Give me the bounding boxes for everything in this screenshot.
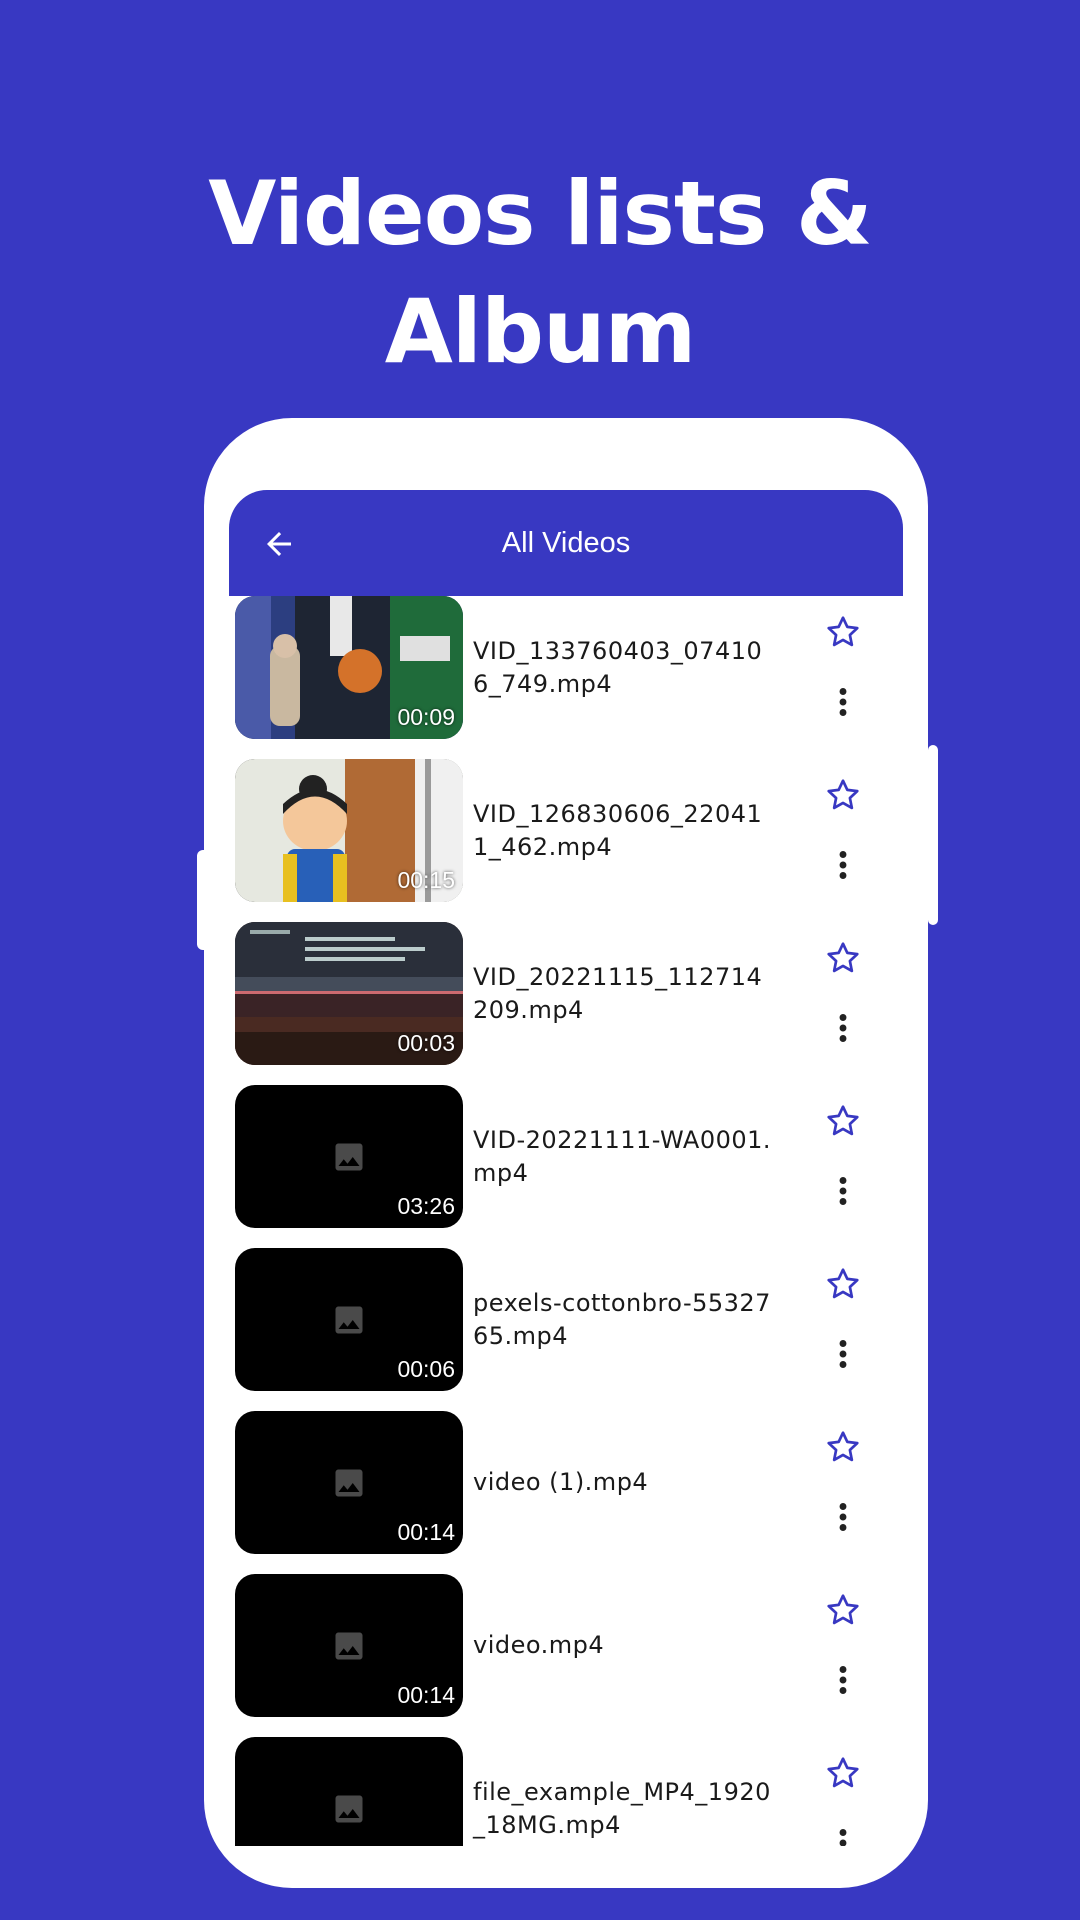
video-thumbnail[interactable]: 00:06: [235, 1248, 463, 1391]
more-vert-icon[interactable]: [835, 1010, 851, 1046]
image-placeholder-icon: [335, 1632, 363, 1660]
video-title: file_example_MP4_1920_18MG.mp4: [473, 1778, 771, 1839]
more-vert-icon[interactable]: [835, 1499, 851, 1535]
video-list-item[interactable]: 00:03 VID_20221115_112714209.mp4: [204, 922, 928, 1085]
video-title: video.mp4: [473, 1631, 605, 1659]
video-duration: 00:09: [397, 704, 455, 730]
app-bar: All Videos: [229, 490, 903, 596]
star-icon[interactable]: [825, 940, 861, 976]
video-title: pexels-cottonbro-5532765.mp4: [473, 1289, 771, 1350]
image-placeholder-icon: [335, 1143, 363, 1171]
video-thumbnail[interactable]: 00:14: [235, 1574, 463, 1717]
video-duration: 03:26: [397, 1193, 455, 1219]
video-duration: 00:06: [397, 1356, 455, 1382]
phone-frame: All Videos 00:09 VID_133760403_074106_749…: [204, 418, 928, 1888]
video-duration: 00:14: [397, 1519, 455, 1545]
phone-side-button-right: [928, 745, 938, 925]
video-thumbnail[interactable]: 00:09: [235, 596, 463, 739]
video-list-item[interactable]: 00:15 VID_126830606_220411_462.mp4: [204, 759, 928, 922]
video-thumbnail[interactable]: 00:15: [235, 759, 463, 902]
video-list-item[interactable]: file_example_MP4_1920_18MG.mp4: [204, 1737, 928, 1846]
video-duration: 00:14: [397, 1682, 455, 1708]
video-list[interactable]: 00:09 VID_133760403_074106_749.mp4 00:15 VI…: [204, 596, 928, 1846]
video-thumbnail[interactable]: 00:03: [235, 922, 463, 1065]
star-icon[interactable]: [825, 614, 861, 650]
video-list-item[interactable]: 00:14 video.mp4: [204, 1574, 928, 1737]
arrow-left-icon[interactable]: [261, 526, 297, 562]
video-title: video (1).mp4: [473, 1468, 649, 1496]
promo-headline-line2: Album: [384, 280, 697, 383]
video-title: VID_20221115_112714209.mp4: [473, 963, 763, 1024]
video-thumbnail[interactable]: 03:26: [235, 1085, 463, 1228]
more-vert-icon[interactable]: [835, 1173, 851, 1209]
video-duration: 00:03: [397, 1030, 455, 1056]
video-list-item[interactable]: 00:06 pexels-cottonbro-5532765.mp4: [204, 1248, 928, 1411]
star-icon[interactable]: [825, 1592, 861, 1628]
more-vert-icon[interactable]: [835, 684, 851, 720]
star-icon[interactable]: [825, 1266, 861, 1302]
image-placeholder-icon: [335, 1306, 363, 1334]
video-list-item[interactable]: 03:26 VID-20221111-WA0001.mp4: [204, 1085, 928, 1248]
star-icon[interactable]: [825, 777, 861, 813]
star-icon[interactable]: [825, 1755, 861, 1791]
more-vert-icon[interactable]: [835, 847, 851, 883]
promo-headline: Videos lists & Album: [0, 155, 1080, 391]
star-icon[interactable]: [825, 1103, 861, 1139]
video-title: VID_126830606_220411_462.mp4: [473, 800, 763, 861]
more-vert-icon[interactable]: [835, 1662, 851, 1698]
video-thumbnail[interactable]: [235, 1737, 463, 1846]
app-bar-title: All Videos: [501, 527, 631, 559]
more-vert-icon[interactable]: [835, 1825, 851, 1846]
video-list-item[interactable]: 00:14 video (1).mp4: [204, 1411, 928, 1574]
video-duration: 00:15: [397, 867, 455, 893]
star-icon[interactable]: [825, 1429, 861, 1465]
video-list-item[interactable]: 00:09 VID_133760403_074106_749.mp4: [204, 596, 928, 759]
image-placeholder-icon: [335, 1469, 363, 1497]
more-vert-icon[interactable]: [835, 1336, 851, 1372]
video-thumbnail[interactable]: 00:14: [235, 1411, 463, 1554]
image-placeholder-icon: [335, 1795, 363, 1823]
promo-headline-line1: Videos lists &: [208, 162, 872, 265]
video-title: VID-20221111-WA0001.mp4: [473, 1126, 772, 1187]
video-title: VID_133760403_074106_749.mp4: [473, 637, 763, 698]
